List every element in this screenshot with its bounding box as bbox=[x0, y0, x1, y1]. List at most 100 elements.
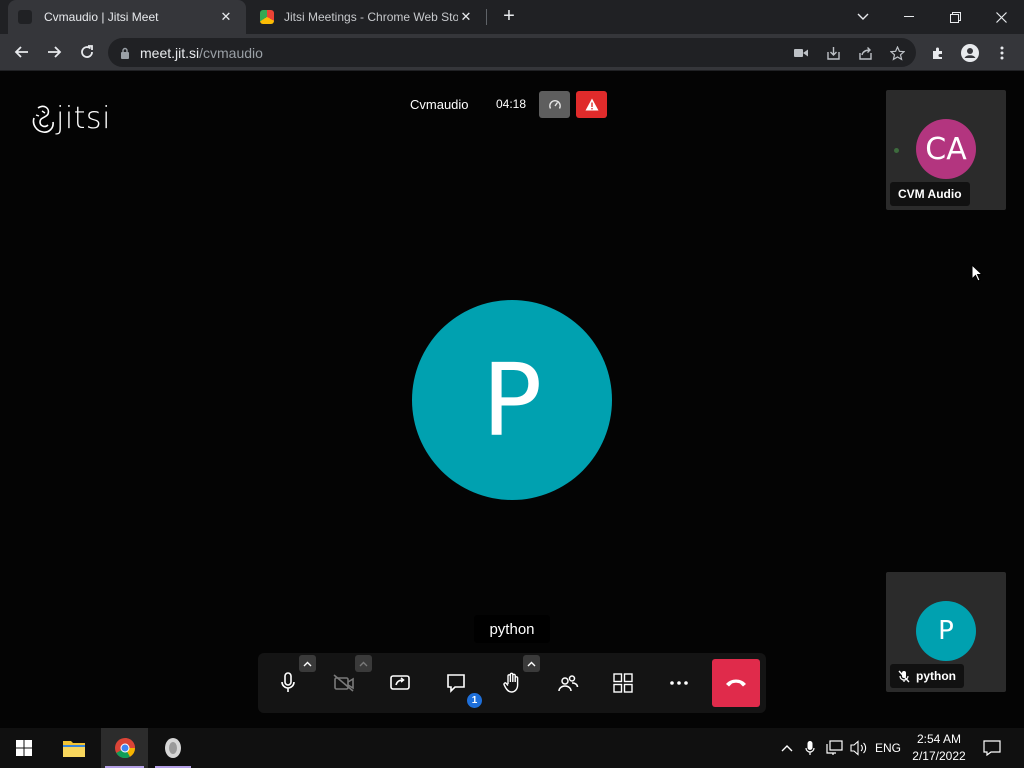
phone-hangup-icon bbox=[726, 679, 746, 687]
extensions-icon[interactable] bbox=[928, 43, 948, 63]
chrome-web-store-icon bbox=[260, 10, 274, 24]
profile-icon[interactable] bbox=[960, 43, 980, 63]
mouse-cursor-icon bbox=[971, 263, 984, 287]
reload-icon bbox=[81, 45, 93, 58]
windows-logo-icon bbox=[16, 740, 32, 756]
restore-button[interactable] bbox=[932, 0, 978, 34]
taskbar-clock[interactable]: 2:54 AM 2/17/2022 bbox=[906, 731, 972, 765]
arrow-left-icon bbox=[14, 46, 28, 58]
mic-muted-icon bbox=[898, 670, 910, 682]
microphone-icon bbox=[281, 672, 295, 692]
raised-hand-icon bbox=[503, 672, 519, 693]
share-icon[interactable] bbox=[856, 44, 874, 62]
dominant-speaker-name: python bbox=[474, 615, 550, 643]
tab-chrome-web-store[interactable]: Jitsi Meetings - Chrome Web Sto ✕ bbox=[250, 0, 486, 34]
more-actions-button[interactable] bbox=[657, 661, 701, 705]
connection-indicator-dot bbox=[894, 148, 899, 153]
chevron-up-icon bbox=[781, 745, 793, 752]
new-tab-button[interactable]: + bbox=[498, 5, 520, 27]
unread-chat-badge: 1 bbox=[465, 691, 484, 710]
install-app-icon[interactable] bbox=[824, 44, 842, 62]
participant-name: python bbox=[916, 669, 956, 683]
participant-name-tag: python bbox=[890, 664, 964, 688]
jitsi-logo-text: jitsi bbox=[56, 101, 111, 136]
minimize-button[interactable] bbox=[886, 0, 932, 34]
tile-view-icon bbox=[613, 673, 633, 693]
tab-title: Jitsi Meetings - Chrome Web Sto bbox=[284, 10, 458, 24]
app-icon bbox=[165, 738, 181, 758]
tab-divider bbox=[486, 9, 487, 25]
network-icon[interactable] bbox=[824, 728, 846, 768]
participant-avatar: P bbox=[916, 601, 976, 661]
meeting-stage: jitsi Cvmaudio 04:18 P python CA CVM Aud… bbox=[0, 71, 1024, 728]
jitsi-logo-icon bbox=[32, 105, 54, 133]
arrow-right-icon bbox=[48, 46, 62, 58]
participants-button[interactable] bbox=[546, 661, 590, 705]
video-settings-caret[interactable] bbox=[355, 655, 372, 672]
warning-icon bbox=[585, 98, 598, 111]
action-center-button[interactable] bbox=[978, 728, 1006, 768]
app-taskbar-button[interactable] bbox=[151, 728, 195, 768]
notification-icon bbox=[983, 740, 1001, 756]
chat-icon bbox=[447, 674, 465, 693]
address-bar[interactable]: meet.jit.si/cvmaudio bbox=[108, 38, 916, 67]
jitsi-logo[interactable]: jitsi bbox=[30, 101, 111, 136]
bookmark-star-icon[interactable] bbox=[888, 44, 906, 62]
tile-view-button[interactable] bbox=[601, 661, 645, 705]
conference-timer: 04:18 bbox=[496, 97, 527, 111]
gauge-icon bbox=[548, 99, 561, 109]
dominant-speaker-avatar: P bbox=[412, 300, 612, 500]
input-language-indicator[interactable]: ENG bbox=[872, 728, 904, 768]
share-screen-button[interactable] bbox=[378, 661, 422, 705]
browser-toolbar: meet.jit.si/cvmaudio bbox=[0, 34, 1024, 71]
chevron-up-icon bbox=[359, 661, 368, 666]
file-explorer-button[interactable] bbox=[52, 728, 96, 768]
browser-titlebar: Cvmaudio | Jitsi Meet ✕ Jitsi Meetings -… bbox=[0, 0, 1024, 34]
microphone-tray-icon[interactable] bbox=[801, 728, 819, 768]
tab-jitsi-meet[interactable]: Cvmaudio | Jitsi Meet ✕ bbox=[8, 0, 246, 34]
conference-subject: Cvmaudio bbox=[410, 97, 469, 112]
participant-thumbnail-python[interactable]: P python bbox=[886, 572, 1006, 692]
start-button[interactable] bbox=[2, 728, 46, 768]
meeting-toolbar: 1 bbox=[258, 653, 766, 713]
folder-icon bbox=[63, 741, 85, 757]
reactions-caret[interactable] bbox=[523, 655, 540, 672]
minimize-icon bbox=[904, 16, 914, 17]
connection-stats-button[interactable] bbox=[539, 91, 570, 118]
reload-button[interactable] bbox=[74, 39, 100, 65]
close-window-button[interactable] bbox=[978, 0, 1024, 34]
chevron-up-icon bbox=[527, 661, 536, 666]
forward-button[interactable] bbox=[41, 39, 67, 65]
hangup-button[interactable] bbox=[712, 659, 760, 707]
chevron-down-icon bbox=[857, 13, 869, 20]
close-tab-icon[interactable]: ✕ bbox=[458, 9, 474, 25]
tab-search-button[interactable] bbox=[840, 0, 886, 34]
e2ee-warning-button[interactable] bbox=[576, 91, 607, 118]
show-hidden-icons-button[interactable] bbox=[778, 728, 796, 768]
volume-icon[interactable] bbox=[849, 728, 869, 768]
more-horizontal-icon bbox=[670, 681, 688, 685]
url-text: meet.jit.si/cvmaudio bbox=[140, 44, 263, 61]
participant-name: CVM Audio bbox=[890, 182, 970, 206]
video-off-icon bbox=[333, 674, 354, 692]
back-button[interactable] bbox=[9, 39, 35, 65]
chevron-up-icon bbox=[303, 661, 312, 666]
close-tab-icon[interactable]: ✕ bbox=[218, 9, 234, 25]
participants-icon bbox=[558, 675, 579, 692]
clock-time: 2:54 AM bbox=[916, 732, 962, 746]
restore-icon bbox=[949, 11, 961, 23]
participant-avatar: CA bbox=[916, 119, 976, 179]
participant-thumbnail-cvm-audio[interactable]: CA CVM Audio bbox=[886, 90, 1006, 210]
screen-share-icon bbox=[390, 675, 410, 690]
lock-icon[interactable] bbox=[120, 47, 130, 59]
tab-title: Cvmaudio | Jitsi Meet bbox=[44, 10, 159, 24]
audio-settings-caret[interactable] bbox=[299, 655, 316, 672]
browser-menu-icon[interactable] bbox=[992, 43, 1012, 63]
chrome-taskbar-button[interactable] bbox=[101, 728, 148, 768]
chrome-icon bbox=[114, 738, 135, 759]
close-icon bbox=[995, 11, 1007, 23]
windows-taskbar: ENG 2:54 AM 2/17/2022 bbox=[0, 728, 1024, 768]
jitsi-favicon-icon bbox=[18, 10, 32, 24]
clock-date: 2/17/2022 bbox=[912, 749, 966, 763]
camera-in-use-icon[interactable] bbox=[792, 44, 810, 62]
